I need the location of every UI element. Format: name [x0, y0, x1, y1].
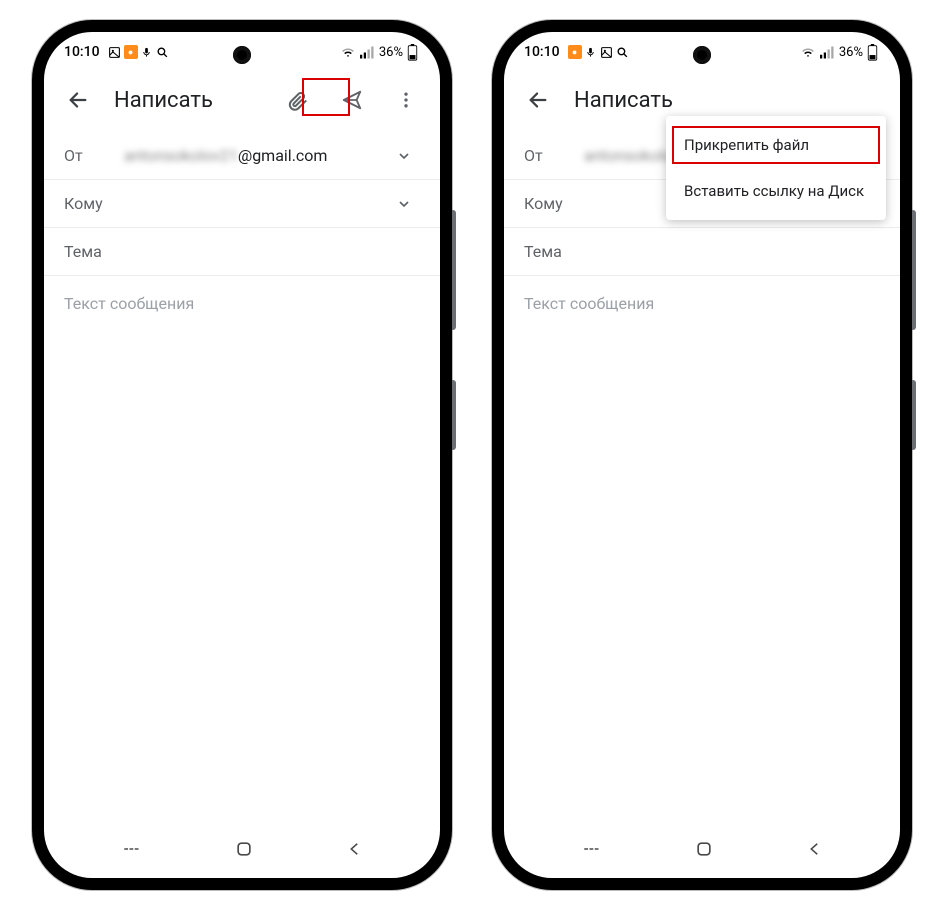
- signal-icon: [820, 46, 835, 59]
- compose-app-bar: Написать: [44, 72, 440, 132]
- popup-insert-drive-link[interactable]: Вставить ссылку на Диск: [666, 168, 886, 214]
- to-label: Кому: [524, 194, 584, 213]
- to-label: Кому: [64, 194, 124, 213]
- chat-app-icon: ●: [124, 45, 138, 59]
- to-row[interactable]: Кому: [44, 180, 440, 228]
- subject-row[interactable]: Тема: [44, 228, 440, 276]
- status-time: 10:10: [524, 44, 560, 60]
- from-label: От: [64, 146, 124, 165]
- camera-hole: [233, 46, 251, 64]
- subject-row[interactable]: Тема: [504, 228, 900, 276]
- back-button[interactable]: [60, 82, 96, 118]
- gallery-icon: [600, 45, 614, 59]
- nav-bar: [504, 828, 900, 878]
- battery-icon: [407, 44, 418, 61]
- mic-icon: [584, 45, 598, 59]
- from-label: От: [524, 146, 584, 165]
- gallery-icon: [108, 45, 122, 59]
- phone-right: 10:10 ●: [492, 20, 912, 890]
- from-row[interactable]: От antonsokolov21@gmail.com: [44, 132, 440, 180]
- chat-app-icon: ●: [568, 45, 582, 59]
- screen-right: 10:10 ●: [504, 32, 900, 878]
- recents-button[interactable]: [120, 840, 142, 858]
- phone-left: 10:10 ●: [32, 20, 452, 890]
- subject-input[interactable]: Тема: [524, 242, 880, 261]
- home-button[interactable]: [694, 839, 714, 859]
- wifi-icon: [800, 46, 816, 59]
- chevron-down-icon[interactable]: [396, 148, 420, 164]
- body-input[interactable]: Текст сообщения: [44, 276, 440, 331]
- home-button[interactable]: [234, 839, 254, 859]
- body-input[interactable]: Текст сообщения: [504, 276, 900, 331]
- from-value: antonsokolov21@gmail.com: [124, 146, 396, 165]
- search-status-icon: [616, 45, 630, 59]
- wifi-icon: [340, 46, 356, 59]
- battery-percent: 36%: [379, 45, 403, 60]
- more-button[interactable]: [388, 82, 424, 118]
- camera-hole: [693, 46, 711, 64]
- nav-bar: [44, 828, 440, 878]
- highlight-attach: [302, 78, 350, 116]
- mic-icon: [140, 45, 154, 59]
- signal-icon: [360, 46, 375, 59]
- back-nav-button[interactable]: [346, 840, 364, 858]
- chevron-down-icon[interactable]: [396, 196, 420, 212]
- compose-title: Написать: [574, 88, 673, 113]
- search-status-icon: [156, 45, 170, 59]
- status-time: 10:10: [64, 44, 100, 60]
- highlight-attach-file: [672, 126, 880, 164]
- battery-icon: [867, 44, 878, 61]
- recents-button[interactable]: [580, 840, 602, 858]
- battery-percent: 36%: [839, 45, 863, 60]
- screen-left: 10:10 ●: [44, 32, 440, 878]
- compose-title: Написать: [114, 88, 213, 113]
- back-nav-button[interactable]: [806, 840, 824, 858]
- popup-attach-file[interactable]: Прикрепить файл: [666, 122, 886, 168]
- subject-input[interactable]: Тема: [64, 242, 420, 261]
- attach-popup: Прикрепить файл Вставить ссылку на Диск: [666, 116, 886, 220]
- back-button[interactable]: [520, 82, 556, 118]
